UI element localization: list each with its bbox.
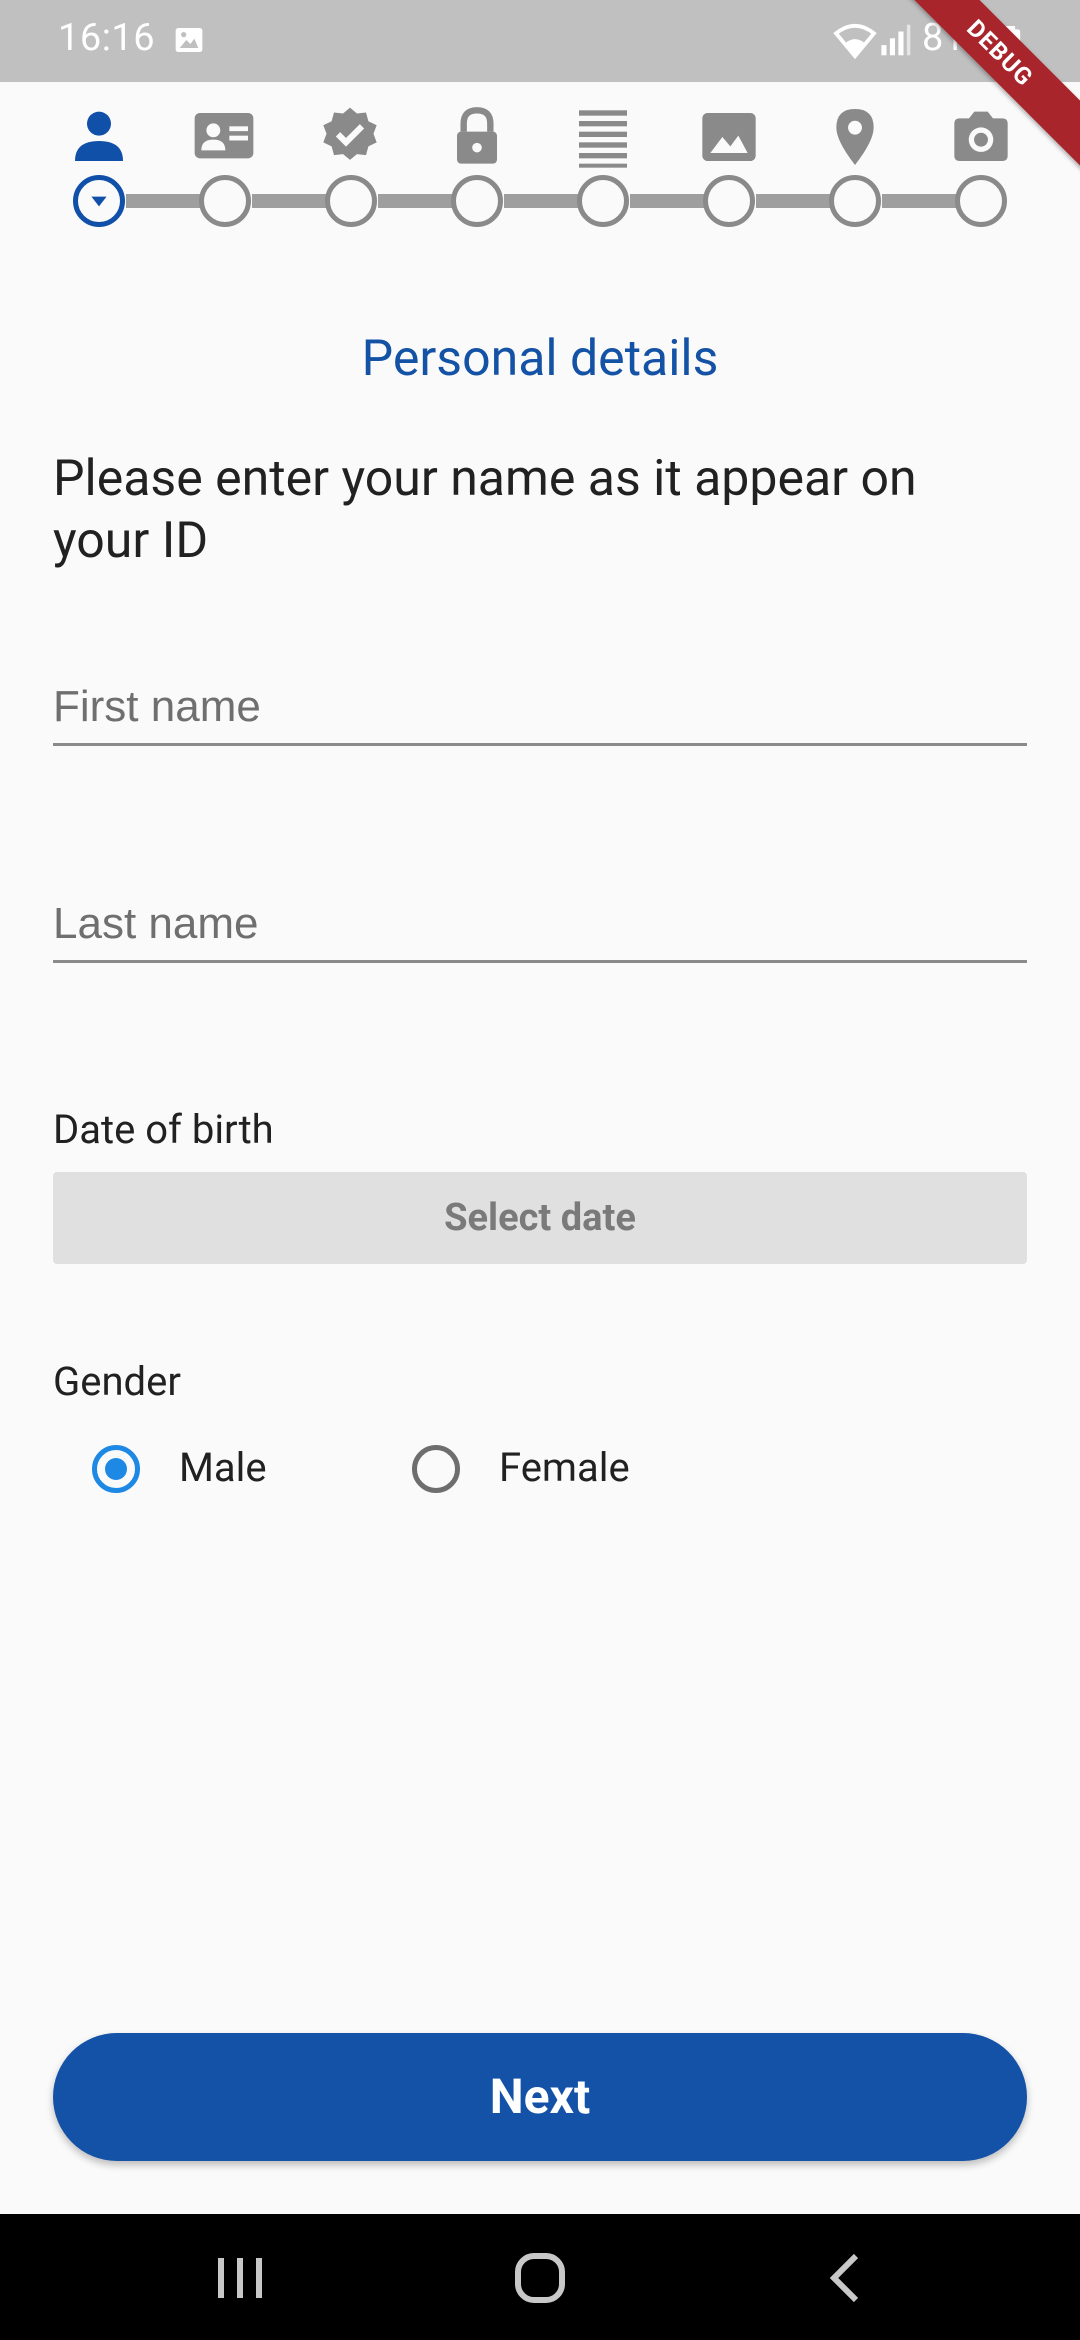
id-card-icon: [194, 113, 254, 159]
next-button[interactable]: Next: [53, 2033, 1027, 2161]
first-name-field[interactable]: [53, 666, 1027, 746]
gender-label: Gender: [53, 1358, 181, 1405]
stepper-connector: [252, 194, 328, 208]
step-1-indicator[interactable]: [73, 175, 125, 227]
last-name-field[interactable]: [53, 883, 1027, 963]
step-4-indicator[interactable]: [451, 175, 503, 227]
step-5-indicator[interactable]: [577, 175, 629, 227]
stepper-connector: [882, 194, 958, 208]
step-2-indicator[interactable]: [199, 175, 251, 227]
page-title: Personal details: [361, 330, 719, 388]
image-icon: [702, 113, 756, 161]
stepper-connector: [126, 194, 202, 208]
system-nav-bar: [0, 2214, 1080, 2340]
male-radio-label[interactable]: Male: [179, 1444, 267, 1491]
female-radio[interactable]: [412, 1445, 460, 1493]
select-date-button[interactable]: Select date: [53, 1172, 1027, 1264]
arrow-down-icon: [91, 196, 107, 207]
camera-icon: [954, 111, 1008, 161]
step-8-indicator[interactable]: [955, 175, 1007, 227]
verified-badge-icon: [323, 107, 377, 160]
wifi-icon: [833, 23, 877, 60]
image-icon: [175, 28, 203, 52]
step-6-indicator[interactable]: [703, 175, 755, 227]
step-3-indicator[interactable]: [325, 175, 377, 227]
last-name-input[interactable]: [53, 883, 1027, 960]
person-icon: [75, 111, 123, 161]
status-time: 16:16: [58, 16, 156, 60]
stepper-connector: [504, 194, 580, 208]
home-icon[interactable]: [514, 2252, 566, 2304]
first-name-input[interactable]: [53, 666, 1027, 743]
lock-icon: [457, 107, 497, 164]
stepper-connector: [630, 194, 706, 208]
stepper-connector: [378, 194, 454, 208]
signal-icon: [881, 24, 911, 56]
female-radio-label[interactable]: Female: [499, 1444, 630, 1491]
male-radio[interactable]: [92, 1445, 140, 1493]
location-pin-icon: [836, 109, 874, 165]
stepper-connector: [756, 194, 832, 208]
instruction-text: Please enter your name as it appear on y…: [53, 450, 917, 570]
dob-label: Date of birth: [53, 1106, 274, 1153]
document-lines-icon: [579, 110, 627, 168]
step-7-indicator[interactable]: [829, 175, 881, 227]
status-bar: 16:16 81% DEBUG: [0, 0, 1080, 176]
recents-icon[interactable]: [212, 2256, 268, 2300]
screen: 16:16 81% DEBUG: [0, 0, 1080, 2340]
back-icon[interactable]: [826, 2252, 862, 2304]
